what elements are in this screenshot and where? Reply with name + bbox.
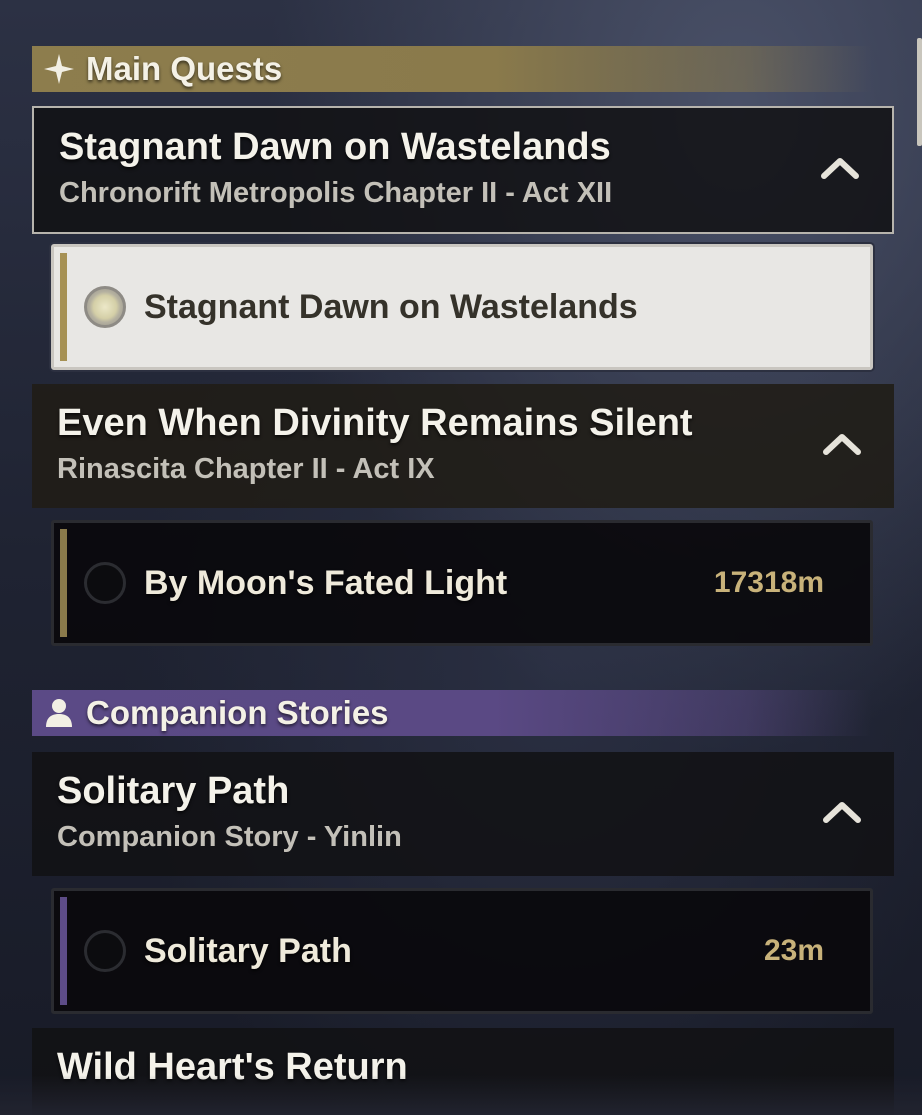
objective-title: By Moon's Fated Light xyxy=(144,563,508,602)
quest-title: Stagnant Dawn on Wastelands xyxy=(59,126,611,168)
bottom-fade xyxy=(0,1075,922,1115)
objective-by-moons-fated-light[interactable]: By Moon's Fated Light 17318m xyxy=(51,520,873,646)
chevron-up-icon[interactable] xyxy=(822,432,862,456)
scrollbar[interactable] xyxy=(917,38,922,146)
objective-title: Solitary Path xyxy=(144,931,352,970)
person-icon xyxy=(42,696,76,730)
section-title: Companion Stories xyxy=(86,694,389,731)
quest-subtitle: Chronorift Metropolis Chapter II - Act X… xyxy=(59,177,613,209)
objective-stagnant-dawn[interactable]: Stagnant Dawn on Wastelands xyxy=(51,244,873,370)
quest-subtitle: Rinascita Chapter II - Act IX xyxy=(57,453,435,485)
quest-card-stagnant-dawn[interactable]: Stagnant Dawn on Wastelands Chronorift M… xyxy=(32,106,894,234)
quest-title: Solitary Path xyxy=(57,770,290,812)
objective-title: Stagnant Dawn on Wastelands xyxy=(144,287,638,326)
objective-tracker-radio[interactable] xyxy=(84,286,126,328)
quest-title: Even When Divinity Remains Silent xyxy=(57,402,693,444)
section-title: Main Quests xyxy=(86,50,283,87)
objective-accent-bar xyxy=(60,529,67,637)
objective-distance: 23m xyxy=(763,934,824,967)
section-header-main-quests: Main Quests xyxy=(32,46,872,92)
objective-tracker-radio[interactable] xyxy=(84,562,126,604)
objective-accent-bar xyxy=(60,897,67,1005)
objective-distance: 17318m xyxy=(713,566,824,599)
quest-card-even-when-divinity[interactable]: Even When Divinity Remains Silent Rinasc… xyxy=(32,384,894,508)
objective-accent-bar xyxy=(60,253,67,361)
chevron-up-icon[interactable] xyxy=(822,800,862,824)
section-header-companion-stories: Companion Stories xyxy=(32,690,872,736)
sparkle-icon xyxy=(42,52,76,86)
quest-card-solitary-path[interactable]: Solitary Path Companion Story - Yinlin xyxy=(32,752,894,876)
objective-tracker-radio[interactable] xyxy=(84,930,126,972)
objective-solitary-path[interactable]: Solitary Path 23m xyxy=(51,888,873,1014)
chevron-up-icon[interactable] xyxy=(820,156,860,180)
quest-subtitle: Companion Story - Yinlin xyxy=(57,821,402,853)
